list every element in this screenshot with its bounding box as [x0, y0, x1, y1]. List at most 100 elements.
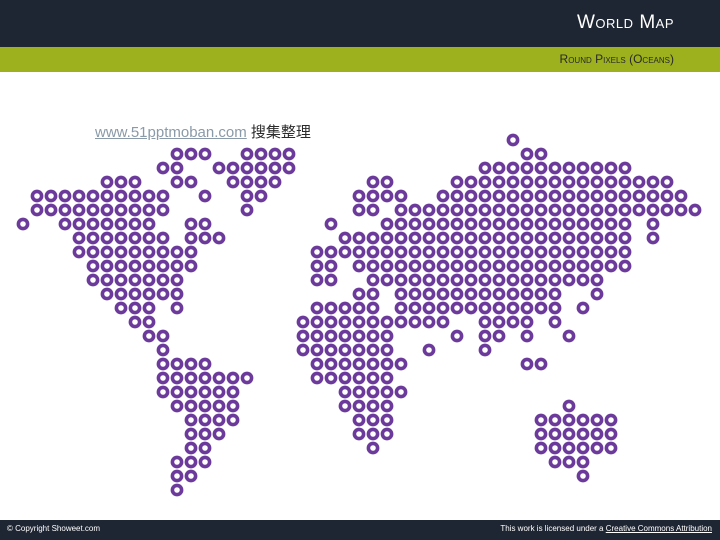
map-dot — [506, 301, 520, 315]
map-dot — [590, 273, 604, 287]
map-dot — [212, 161, 226, 175]
map-dot — [646, 189, 660, 203]
map-dot — [184, 175, 198, 189]
map-dot — [534, 175, 548, 189]
map-dot — [464, 203, 478, 217]
map-dot — [562, 455, 576, 469]
map-dot — [562, 441, 576, 455]
watermark-link[interactable]: www.51pptmoban.com — [95, 124, 247, 141]
map-dot — [380, 413, 394, 427]
map-dot — [184, 147, 198, 161]
map-dot — [324, 259, 338, 273]
map-dot — [590, 441, 604, 455]
map-dot — [310, 357, 324, 371]
map-dot — [72, 231, 86, 245]
map-dot — [562, 413, 576, 427]
map-dot — [324, 315, 338, 329]
map-dot — [268, 147, 282, 161]
map-dot — [142, 189, 156, 203]
map-dot — [436, 245, 450, 259]
map-dot — [254, 147, 268, 161]
map-dot — [562, 175, 576, 189]
map-dot — [310, 273, 324, 287]
page-title: World Map — [577, 12, 674, 33]
map-dot — [44, 203, 58, 217]
map-dot — [394, 357, 408, 371]
map-dot — [156, 203, 170, 217]
map-dot — [646, 217, 660, 231]
map-dot — [492, 301, 506, 315]
map-dot — [422, 259, 436, 273]
map-dot — [590, 231, 604, 245]
map-dot — [184, 231, 198, 245]
map-dot — [366, 357, 380, 371]
map-dot — [380, 189, 394, 203]
map-dot — [86, 245, 100, 259]
map-dot — [198, 371, 212, 385]
map-dot — [464, 189, 478, 203]
map-dot — [562, 427, 576, 441]
map-dot — [660, 203, 674, 217]
map-dot — [422, 217, 436, 231]
map-dot — [450, 301, 464, 315]
map-dot — [100, 203, 114, 217]
license-link[interactable]: Creative Commons Attribution — [606, 524, 712, 533]
map-dot — [324, 343, 338, 357]
map-dot — [506, 273, 520, 287]
map-dot — [618, 245, 632, 259]
map-dot — [128, 287, 142, 301]
map-dot — [534, 203, 548, 217]
map-dot — [282, 161, 296, 175]
map-dot — [562, 259, 576, 273]
map-dot — [380, 343, 394, 357]
map-dot — [548, 427, 562, 441]
map-dot — [100, 259, 114, 273]
map-dot — [184, 371, 198, 385]
map-dot — [366, 203, 380, 217]
map-dot — [212, 385, 226, 399]
map-dot — [492, 231, 506, 245]
map-dot — [184, 385, 198, 399]
map-dot — [268, 161, 282, 175]
map-dot — [380, 371, 394, 385]
map-dot — [422, 273, 436, 287]
map-dot — [436, 287, 450, 301]
map-dot — [30, 203, 44, 217]
map-dot — [422, 245, 436, 259]
map-dot — [604, 427, 618, 441]
map-dot — [520, 147, 534, 161]
map-dot — [506, 133, 520, 147]
map-dot — [128, 315, 142, 329]
map-dot — [450, 287, 464, 301]
map-dot — [310, 371, 324, 385]
map-dot — [422, 287, 436, 301]
map-dot — [520, 273, 534, 287]
map-dot — [590, 203, 604, 217]
map-dot — [142, 273, 156, 287]
map-dot — [492, 175, 506, 189]
map-dot — [464, 217, 478, 231]
map-dot — [366, 175, 380, 189]
map-dot — [310, 343, 324, 357]
map-dot — [212, 427, 226, 441]
map-dot — [464, 287, 478, 301]
map-dot — [156, 385, 170, 399]
map-dot — [548, 273, 562, 287]
map-dot — [338, 399, 352, 413]
map-dot — [576, 273, 590, 287]
map-dot — [506, 217, 520, 231]
map-dot — [562, 329, 576, 343]
map-dot — [128, 245, 142, 259]
map-dot — [590, 161, 604, 175]
map-dot — [30, 189, 44, 203]
map-dot — [58, 217, 72, 231]
map-dot — [198, 357, 212, 371]
map-dot — [380, 357, 394, 371]
map-dot — [352, 385, 366, 399]
map-dot — [338, 371, 352, 385]
map-dot — [44, 189, 58, 203]
map-dot — [394, 189, 408, 203]
map-dot — [366, 287, 380, 301]
map-dot — [576, 259, 590, 273]
map-dot — [100, 189, 114, 203]
